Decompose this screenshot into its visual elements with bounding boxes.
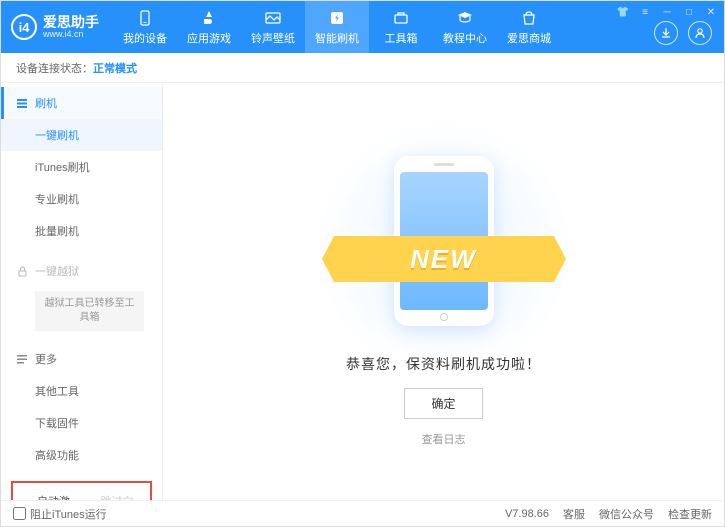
nav-label: 我的设备 (123, 30, 167, 46)
sidebar-item-batch-flash[interactable]: 批量刷机 (1, 215, 162, 247)
nav-label: 应用游戏 (187, 30, 231, 46)
view-log-link[interactable]: 查看日志 (422, 431, 466, 447)
footer-link-update[interactable]: 检查更新 (668, 506, 712, 522)
app-name: 爱思助手 (43, 15, 99, 29)
options-highlight-box: 自动激活 跳过向导 (11, 481, 152, 500)
new-banner: NEW (334, 236, 554, 282)
nav-label: 智能刷机 (315, 30, 359, 46)
version-label: V7.98.66 (505, 508, 549, 520)
logo-icon: i4 (11, 14, 37, 40)
minimize-icon[interactable]: ─ (660, 5, 674, 19)
nav-label: 爱思商城 (507, 30, 551, 46)
sidebar-item-itunes-flash[interactable]: iTunes刷机 (1, 151, 162, 183)
sidebar-flash-head[interactable]: 刷机 (1, 87, 162, 119)
jailbreak-notice-box: 越狱工具已转移至工具箱 (35, 291, 144, 331)
sidebar-item-advanced[interactable]: 高级功能 (1, 439, 162, 471)
sidebar-item-download-firmware[interactable]: 下载固件 (1, 407, 162, 439)
sidebar-more-title: 更多 (35, 351, 57, 367)
menu-icon[interactable]: ≡ (638, 5, 652, 19)
sidebar-item-oneclick-flash[interactable]: 一键刷机 (1, 119, 162, 151)
skip-guide-label: 跳过向导 (101, 493, 141, 500)
nav-toolbox[interactable]: 工具箱 (369, 1, 433, 53)
tutorial-icon (456, 9, 474, 27)
footer-link-support[interactable]: 客服 (563, 506, 585, 522)
checkbox-auto-activate[interactable]: 自动激活 (23, 493, 77, 500)
toolbox-icon (392, 9, 410, 27)
block-itunes-checkbox[interactable]: 阻止iTunes运行 (13, 506, 107, 522)
sidebar-jailbreak-head[interactable]: 一键越狱 (1, 255, 162, 287)
footer: 阻止iTunes运行 V7.98.66 客服 微信公众号 检查更新 (1, 500, 724, 526)
window-controls: 👕 ≡ ─ □ ✕ (616, 5, 718, 19)
footer-link-wechat[interactable]: 微信公众号 (599, 506, 654, 522)
nav-smart-flash[interactable]: 智能刷机 (305, 1, 369, 53)
block-itunes-input[interactable] (13, 507, 26, 520)
content-area: 刷机 一键刷机 iTunes刷机 专业刷机 批量刷机 一键越狱 越狱工具已转移至… (1, 83, 724, 500)
skin-icon[interactable]: 👕 (616, 5, 630, 19)
sidebar-item-pro-flash[interactable]: 专业刷机 (1, 183, 162, 215)
status-label: 设备连接状态： (16, 60, 93, 76)
sidebar-jailbreak-title: 一键越狱 (35, 263, 79, 279)
close-icon[interactable]: ✕ (704, 5, 718, 19)
new-badge-text: NEW (410, 244, 477, 275)
flash-list-icon (15, 97, 29, 109)
sidebar-item-other-tools[interactable]: 其他工具 (1, 375, 162, 407)
nav-my-device[interactable]: 我的设备 (113, 1, 177, 53)
success-illustration: NEW (334, 136, 554, 336)
device-icon (136, 9, 154, 27)
sidebar-more-head[interactable]: 更多 (1, 343, 162, 375)
maximize-icon[interactable]: □ (682, 5, 696, 19)
nav-label: 工具箱 (385, 30, 418, 46)
success-message: 恭喜您，保资料刷机成功啦！ (346, 354, 541, 374)
app-url: www.i4.cn (43, 29, 99, 40)
checkbox-skip-guide[interactable]: 跳过向导 (87, 493, 141, 500)
status-mode: 正常模式 (93, 60, 137, 76)
nav-mall[interactable]: 爱思商城 (497, 1, 561, 53)
wallpaper-icon (264, 9, 282, 27)
user-button[interactable] (688, 21, 712, 45)
main-panel: NEW 恭喜您，保资料刷机成功啦！ 确定 查看日志 (163, 83, 724, 500)
lock-icon (15, 266, 29, 277)
nav-ring-wallpaper[interactable]: 铃声壁纸 (241, 1, 305, 53)
flash-icon (328, 9, 346, 27)
ok-button[interactable]: 确定 (404, 388, 482, 419)
sidebar-flash-title: 刷机 (35, 95, 57, 111)
nav-apps-games[interactable]: 应用游戏 (177, 1, 241, 53)
sidebar: 刷机 一键刷机 iTunes刷机 专业刷机 批量刷机 一键越狱 越狱工具已转移至… (1, 83, 163, 500)
nav-label: 铃声壁纸 (251, 30, 295, 46)
mall-icon (520, 9, 538, 27)
auto-activate-label: 自动激活 (37, 493, 77, 500)
app-header: i4 爱思助手 www.i4.cn 我的设备 应用游戏 铃声壁纸 智能刷机 工具… (1, 1, 724, 53)
nav-label: 教程中心 (443, 30, 487, 46)
block-itunes-label: 阻止iTunes运行 (30, 506, 107, 522)
apps-icon (200, 9, 218, 27)
download-button[interactable] (654, 21, 678, 45)
more-icon (15, 353, 29, 365)
nav-tutorials[interactable]: 教程中心 (433, 1, 497, 53)
logo: i4 爱思助手 www.i4.cn (1, 14, 113, 40)
header-right-actions (654, 21, 712, 45)
status-bar: 设备连接状态： 正常模式 (1, 53, 724, 83)
